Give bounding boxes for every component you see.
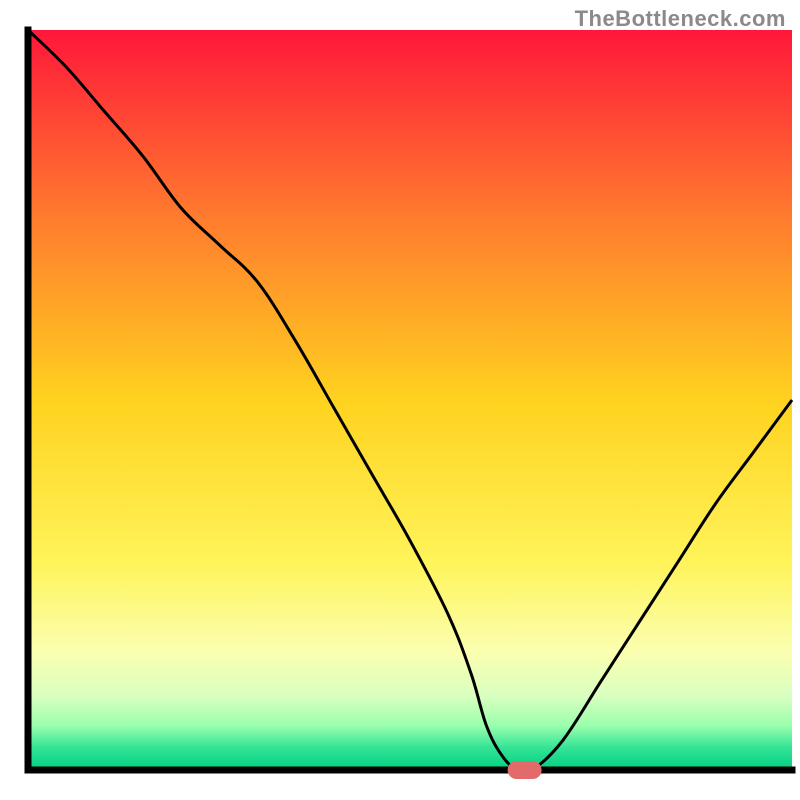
optimal-marker [508, 761, 542, 779]
attribution-label: TheBottleneck.com [575, 6, 786, 32]
plot-background [28, 30, 792, 770]
chart-container: TheBottleneck.com [0, 0, 800, 800]
bottleneck-chart [0, 0, 800, 800]
